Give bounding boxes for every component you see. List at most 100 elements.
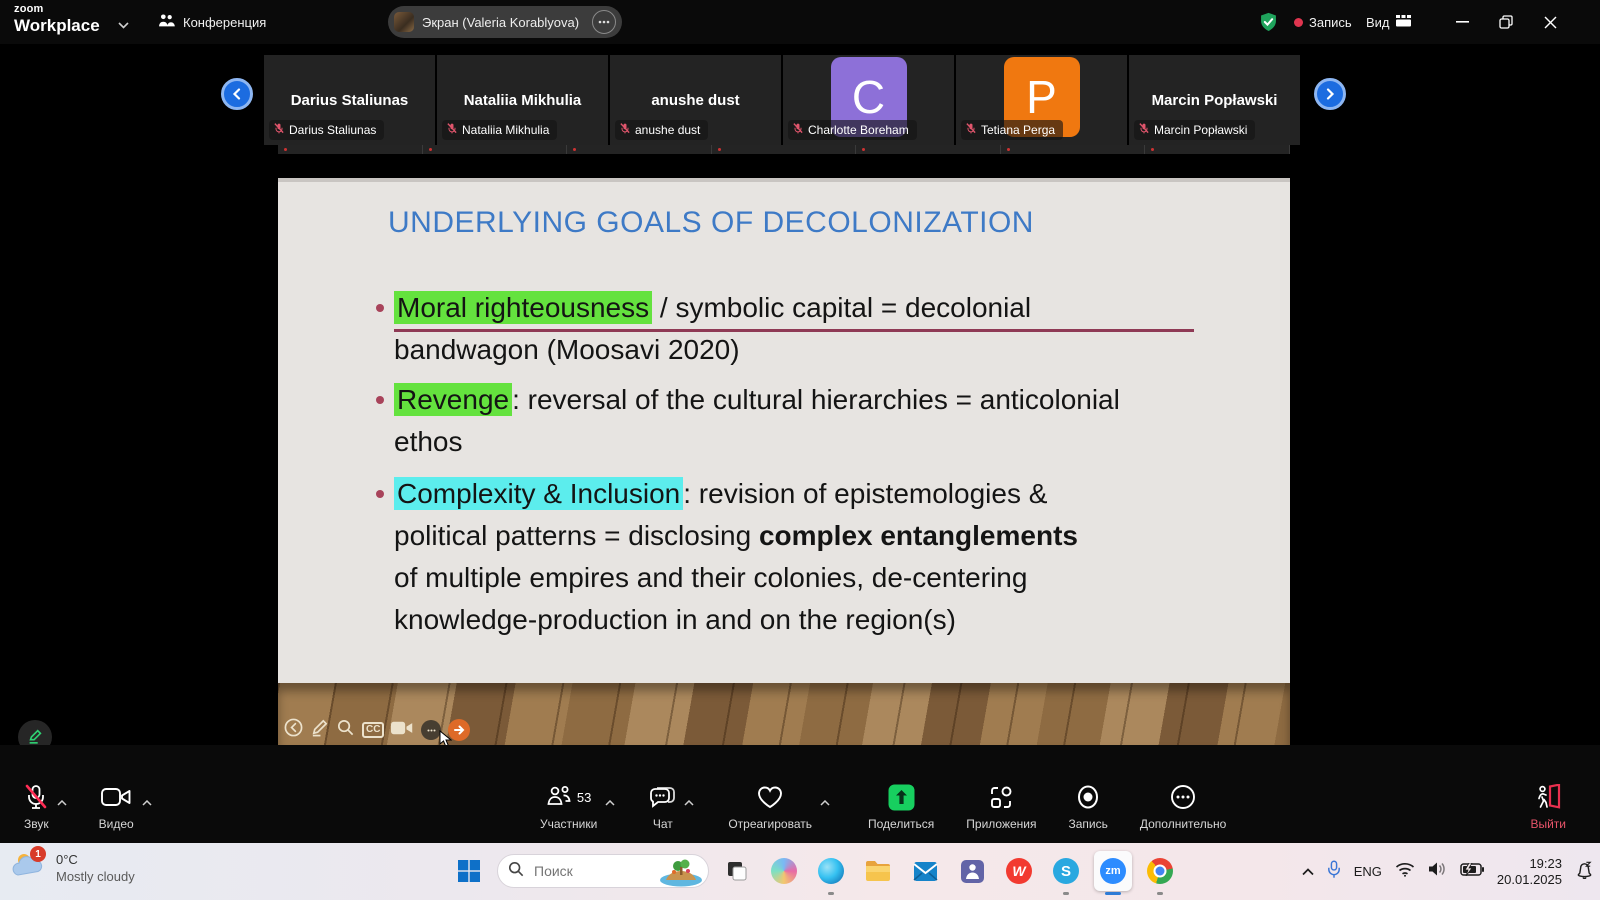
bullet-text: : reversal of the cultural hierarchies =…: [512, 384, 1120, 415]
title-bar: zoom Workplace Конференция Экран (Valeri…: [0, 0, 1600, 44]
react-chevron[interactable]: [820, 793, 830, 811]
strip-prev-button[interactable]: [221, 78, 253, 110]
apps-button[interactable]: Приложения: [966, 783, 1036, 831]
participant-label-text: Nataliia Mikhulia: [462, 123, 549, 137]
chat-chevron[interactable]: [684, 793, 694, 811]
notifications-bell-icon[interactable]: [1575, 859, 1594, 884]
participant-tile[interactable]: Darius Staliunas Darius Staliunas: [264, 55, 435, 145]
participant-tile[interactable]: Marcin Popławski Marcin Popławski: [1129, 55, 1300, 145]
tab-screen-share[interactable]: Экран (Valeria Korablyova): [388, 6, 622, 38]
weather-icon: 1: [12, 850, 48, 885]
chevron-down-icon[interactable]: [118, 16, 129, 34]
highlighted-term: Revenge: [394, 383, 512, 416]
participant-tile[interactable]: C Charlotte Boreham: [783, 55, 954, 145]
close-button[interactable]: [1528, 0, 1572, 44]
zoom-meeting-window: zoom Workplace Конференция Экран (Valeri…: [0, 0, 1600, 900]
search-input[interactable]: [532, 862, 646, 880]
letterbox-bar: [278, 154, 1290, 178]
tray-date: 20.01.2025: [1497, 872, 1562, 888]
chat-button[interactable]: Чат: [649, 783, 676, 831]
magnifier-icon[interactable]: [336, 718, 355, 742]
wooden-floor-background: CC: [278, 683, 1290, 745]
react-button[interactable]: Отреагировать: [728, 783, 812, 831]
presenter-browser-tab-strip: [278, 145, 1290, 154]
participant-tile[interactable]: P Tetiana Perga: [956, 55, 1127, 145]
tray-chevron-up-icon[interactable]: [1302, 863, 1314, 881]
teams-icon[interactable]: [953, 851, 991, 891]
more-button[interactable]: Дополнительно: [1140, 783, 1226, 831]
tab-meeting[interactable]: Конференция: [158, 0, 266, 44]
leave-door-icon: [1534, 783, 1562, 811]
video-button[interactable]: Видео: [99, 783, 134, 831]
mic-muted-icon: [446, 122, 458, 138]
zoom-workplace-logo: zoom Workplace: [14, 4, 100, 34]
chrome-icon[interactable]: [1141, 851, 1179, 891]
screen-share-thumbnail: [394, 12, 414, 32]
video-options-chevron[interactable]: [142, 793, 152, 811]
language-indicator[interactable]: ENG: [1354, 864, 1382, 879]
bullet-text: bandwagon (Moosavi 2020): [394, 334, 740, 365]
slide-bullet-3: Complexity & Inclusion: revision of epis…: [376, 473, 1246, 641]
wifi-icon[interactable]: [1395, 862, 1415, 882]
search-daily-image[interactable]: [658, 856, 704, 892]
chat-icon: [649, 783, 676, 811]
strip-next-button[interactable]: [1314, 78, 1346, 110]
weather-widget[interactable]: 1 0°C Mostly cloudy: [12, 850, 135, 885]
restore-button[interactable]: [1484, 0, 1528, 44]
copilot-icon[interactable]: [765, 851, 803, 891]
share-screen-icon: [888, 783, 915, 811]
task-view-button[interactable]: [718, 851, 756, 891]
start-button[interactable]: [450, 851, 488, 891]
mail-icon[interactable]: [906, 851, 944, 891]
participants-strip: Darius Staliunas Darius Staliunas Natali…: [264, 55, 1300, 145]
file-explorer-icon[interactable]: [859, 851, 897, 891]
brand-workplace: Workplace: [14, 17, 100, 34]
record-button[interactable]: Запись: [1069, 783, 1108, 831]
battery-icon[interactable]: [1460, 863, 1484, 881]
brand-zoom: zoom: [14, 4, 100, 15]
participant-tile[interactable]: Nataliia Mikhulia Nataliia Mikhulia: [437, 55, 608, 145]
weather-temp: 0°C: [56, 851, 135, 868]
apps-label: Приложения: [966, 817, 1036, 831]
windows-taskbar: 1 0°C Mostly cloudy: [0, 843, 1600, 900]
wps-office-icon[interactable]: W: [1000, 851, 1038, 891]
skype-icon[interactable]: S: [1047, 851, 1085, 891]
back-arrow-icon[interactable]: [284, 718, 303, 742]
taskbar-clock[interactable]: 19:23 20.01.2025: [1497, 856, 1562, 888]
closed-captions-icon[interactable]: CC: [362, 722, 384, 738]
participant-label-text: Charlotte Boreham: [808, 123, 909, 137]
more-label: Дополнительно: [1140, 817, 1226, 831]
participant-label: anushe dust: [615, 120, 708, 140]
audio-options-chevron[interactable]: [57, 793, 67, 811]
pencil-icon[interactable]: [310, 718, 329, 742]
participants-button[interactable]: 53 Участники: [540, 783, 597, 831]
react-label: Отреагировать: [728, 817, 812, 831]
minimize-button[interactable]: [1440, 0, 1484, 44]
mic-muted-icon: [1138, 122, 1150, 138]
bullet-text: ethos: [394, 426, 463, 457]
participant-label: Charlotte Boreham: [788, 120, 917, 140]
volume-icon[interactable]: [1428, 861, 1447, 882]
view-menu[interactable]: Вид: [1366, 0, 1411, 44]
participant-label-text: Tetiana Perga: [981, 123, 1055, 137]
tray-mic-icon[interactable]: [1327, 860, 1341, 884]
zoom-app-icon[interactable]: zm: [1094, 851, 1132, 891]
recording-indicator[interactable]: Запись: [1294, 0, 1352, 44]
slide-bullet-2: Revenge: reversal of the cultural hierar…: [376, 379, 1236, 463]
security-shield-icon[interactable]: [1258, 0, 1279, 44]
participant-tile[interactable]: anushe dust anushe dust: [610, 55, 781, 145]
tab-options-ellipsis-icon[interactable]: [592, 10, 616, 34]
share-screen-button[interactable]: Поделиться: [868, 783, 934, 831]
participant-label: Tetiana Perga: [961, 120, 1063, 140]
apps-icon: [988, 783, 1014, 811]
video-camera-icon[interactable]: [391, 720, 414, 741]
leave-button[interactable]: Выйти: [1530, 783, 1566, 831]
search-icon: [508, 861, 524, 882]
bullet-text: of multiple empires and their colonies, …: [394, 562, 1027, 593]
participant-label: Nataliia Mikhulia: [442, 120, 557, 140]
participants-chevron[interactable]: [605, 793, 615, 811]
recording-dot-icon: [1294, 18, 1303, 27]
taskbar-search[interactable]: [497, 854, 709, 888]
edge-icon[interactable]: [812, 851, 850, 891]
audio-button[interactable]: Звук: [24, 783, 49, 831]
